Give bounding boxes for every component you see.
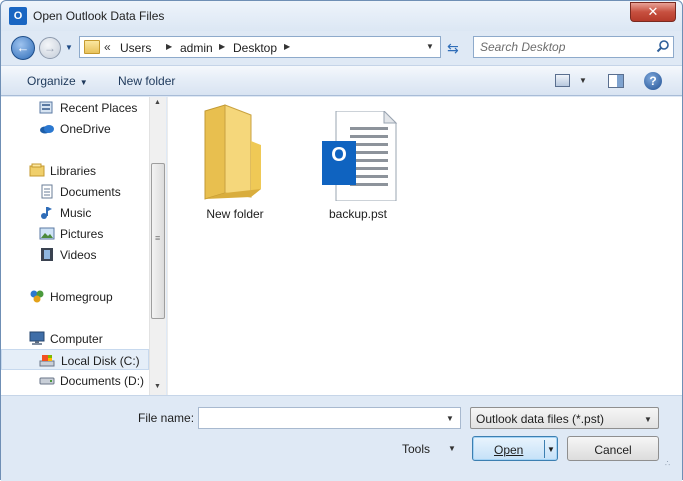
arrow-right-icon: → — [44, 41, 56, 55]
folder-icon — [84, 40, 100, 54]
sidebar-item-documents-d[interactable]: Documents (D:) — [1, 370, 149, 391]
preview-pane-icon[interactable] — [608, 74, 624, 88]
grip-icon: ≡ — [155, 233, 161, 243]
arrow-left-icon: ← — [16, 40, 30, 55]
breadcrumb-users[interactable]: Users — [120, 41, 151, 55]
scrollbar-thumb[interactable]: ≡ — [151, 163, 165, 319]
file-name-field[interactable]: ▼ — [198, 407, 461, 429]
search-input[interactable] — [480, 39, 650, 55]
sidebar-item-label: OneDrive — [60, 122, 111, 136]
file-item-new-folder[interactable]: New folder — [187, 103, 283, 233]
address-history-dropdown[interactable]: ▼ — [426, 42, 434, 51]
sidebar-item-label: Documents — [60, 185, 121, 199]
computer-icon — [29, 331, 45, 345]
file-type-select[interactable]: Outlook data files (*.pst) ▼ — [470, 407, 659, 429]
music-icon — [41, 207, 52, 219]
file-name-label: File name: — [138, 411, 195, 425]
new-folder-button[interactable]: New folder — [118, 74, 175, 88]
sidebar-item-label: Computer — [50, 332, 103, 346]
sidebar-item-local-disk-c[interactable]: Local Disk (C:) — [1, 349, 149, 370]
recent-locations-dropdown[interactable]: ▼ — [65, 43, 73, 52]
sidebar-item-label: Music — [60, 206, 92, 220]
sidebar-item-pictures[interactable]: Pictures — [1, 223, 149, 244]
chevron-down-icon: ▼ — [644, 415, 652, 424]
help-icon[interactable]: ? — [644, 72, 662, 90]
address-overflow-button[interactable]: « — [104, 40, 111, 54]
search-icon[interactable] — [656, 39, 670, 53]
refresh-icon: ⇆ — [447, 40, 459, 56]
breadcrumb-chevron-icon[interactable]: ▶ — [219, 42, 225, 51]
window-title: Open Outlook Data Files — [33, 9, 165, 23]
documents-icon — [41, 184, 53, 199]
forward-button[interactable]: → — [39, 37, 61, 59]
cancel-button[interactable]: Cancel — [567, 436, 659, 461]
navigation-pane: Recent Places OneDrive Libraries Documen… — [1, 97, 166, 395]
breadcrumb-desktop[interactable]: Desktop — [233, 41, 277, 55]
libraries-icon — [29, 163, 45, 177]
file-item-backup-pst[interactable]: O backup.pst — [310, 103, 406, 233]
sidebar-item-videos[interactable]: Videos — [1, 244, 149, 265]
breadcrumb-chevron-icon[interactable]: ▶ — [166, 42, 172, 51]
back-button[interactable]: ← — [11, 36, 35, 60]
tools-dropdown-icon[interactable]: ▼ — [448, 444, 456, 453]
change-view-icon[interactable] — [555, 74, 570, 87]
view-options-dropdown[interactable]: ▼ — [579, 76, 587, 85]
command-bar: Organize ▼ New folder ▼ ? — [1, 65, 682, 96]
outlook-badge-letter: O — [331, 144, 347, 166]
sidebar-item-computer[interactable]: Computer — [1, 328, 149, 349]
open-button[interactable]: Open ▼ — [472, 436, 558, 461]
videos-icon — [41, 248, 53, 261]
scroll-down-button[interactable]: ▼ — [154, 383, 161, 390]
homegroup-icon — [30, 290, 44, 303]
sidebar-item-libraries[interactable]: Libraries — [1, 160, 149, 181]
sidebar-item-homegroup[interactable]: Homegroup — [1, 286, 149, 307]
close-button[interactable]: ✕ — [630, 2, 676, 22]
open-dialog-window: O Open Outlook Data Files ✕ ← → ▼ « User… — [0, 0, 683, 481]
sidebar-item-label: Local Disk (C:) — [61, 354, 140, 368]
address-bar[interactable]: « Users ▶ admin ▶ Desktop ▶ ▼ — [79, 36, 441, 58]
file-list-area[interactable]: New folder O backup.pst — [167, 97, 682, 395]
split-divider — [544, 440, 545, 458]
sidebar-item-music[interactable]: Music — [1, 202, 149, 223]
onedrive-icon — [40, 125, 54, 134]
sidebar-item-label: Homegroup — [50, 290, 113, 304]
drive-icon — [39, 377, 55, 385]
sidebar-item-label: Libraries — [50, 164, 97, 178]
file-item-label: New folder — [206, 207, 264, 221]
breadcrumb-chevron-icon[interactable]: ▶ — [284, 42, 290, 51]
open-options-dropdown[interactable]: ▼ — [547, 445, 555, 454]
file-type-value: Outlook data files (*.pst) — [476, 412, 605, 426]
sidebar-item-onedrive[interactable]: OneDrive — [1, 118, 149, 139]
file-name-dropdown[interactable]: ▼ — [446, 414, 454, 423]
sidebar-item-recent-places[interactable]: Recent Places — [1, 97, 149, 118]
outlook-app-icon: O — [9, 7, 27, 25]
organize-button[interactable]: Organize ▼ — [27, 74, 88, 88]
sidebar-item-label: Recent Places — [60, 101, 138, 115]
open-button-label: Open — [494, 443, 524, 457]
close-icon: ✕ — [647, 4, 659, 19]
cancel-button-label: Cancel — [594, 443, 632, 457]
folder-icon — [204, 104, 261, 200]
sidebar-item-documents[interactable]: Documents — [1, 181, 149, 202]
navigation-row: ← → ▼ « Users ▶ admin ▶ Desktop ▶ ▼ ⇆ — [1, 31, 682, 63]
sidebar-item-label: Documents (D:) — [60, 374, 145, 388]
chevron-down-icon: ▼ — [79, 78, 88, 87]
sidebar-item-label: Pictures — [60, 227, 104, 241]
sidebar-item-label: Videos — [60, 248, 97, 262]
dialog-footer: File name: ▼ Outlook data files (*.pst) … — [1, 395, 682, 481]
pictures-icon — [39, 227, 55, 240]
local-disk-icon — [39, 355, 55, 367]
title-bar[interactable]: O Open Outlook Data Files ✕ — [1, 1, 682, 31]
resize-grip[interactable]: ∴ — [665, 460, 679, 476]
breadcrumb-admin[interactable]: admin — [180, 41, 213, 55]
search-box[interactable] — [473, 36, 674, 58]
refresh-button[interactable]: ⇆ — [447, 40, 459, 57]
recent-places-icon — [39, 101, 53, 114]
scroll-up-button[interactable]: ▲ — [154, 99, 161, 106]
tools-button[interactable]: Tools — [402, 442, 430, 456]
file-item-label: backup.pst — [328, 207, 388, 221]
navigation-pane-scrollbar[interactable]: ▲ ≡ ▼ — [149, 97, 166, 395]
